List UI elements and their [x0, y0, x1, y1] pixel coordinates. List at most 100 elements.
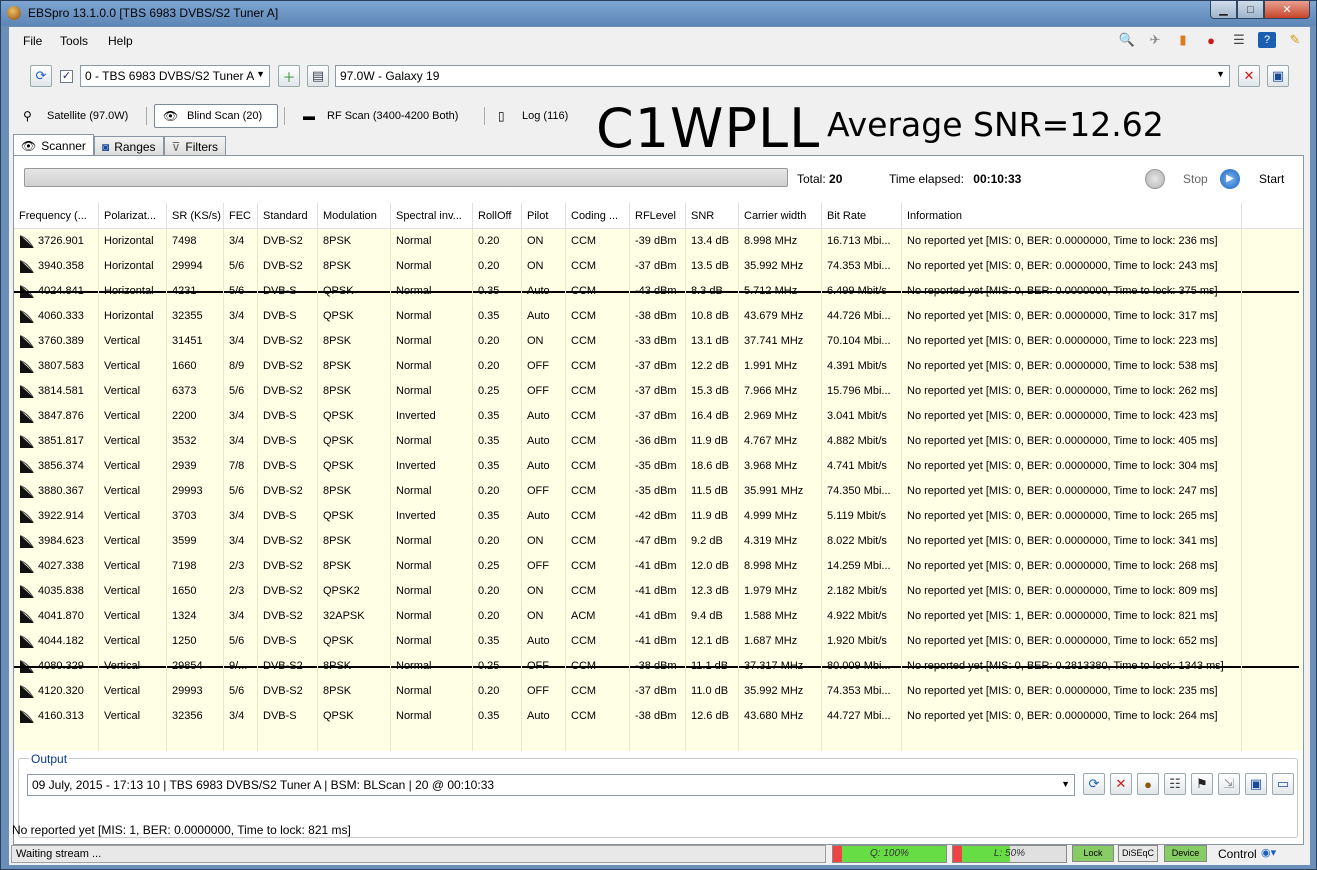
search-icon[interactable]: 🔍 — [1118, 32, 1136, 48]
table-row[interactable]: 3807.583 Vertical 1660 8/9 DVB-S2 8PSK Normal 0… — [14, 354, 1303, 379]
globe-icon[interactable]: ● — [1137, 773, 1159, 795]
table-row[interactable]: 4060.333 Horizontal 32355 3/4 DVB-S QPSK Norma… — [14, 304, 1303, 329]
table-row[interactable]: 4035.838 Vertical 1650 2/3 DVB-S2 QPSK2 Normal… — [14, 579, 1303, 604]
tab-blind-scan-label: Blind Scan (20) — [187, 110, 263, 122]
stop-icon[interactable] — [1145, 169, 1165, 189]
list-view-icon[interactable]: ☷ — [1164, 773, 1186, 795]
play-icon[interactable]: ▶ — [1220, 169, 1240, 189]
satellite-icon[interactable]: ✈ — [1146, 32, 1164, 48]
column-header[interactable]: Modulation — [318, 203, 391, 229]
cell-f: 4027.338 — [36, 554, 99, 579]
tab-satellite[interactable]: ⚲ Satellite (97.0W) — [15, 104, 136, 128]
title-bar[interactable]: EBSpro 13.1.0.0 [TBS 6983 DVBS/S2 Tuner … — [1, 1, 1316, 26]
column-header[interactable]: RFLevel — [630, 203, 686, 229]
filter-icon: ⊽ — [171, 139, 181, 154]
column-header[interactable]: Information — [902, 203, 1242, 229]
column-header[interactable]: Standard — [258, 203, 318, 229]
menu-help[interactable]: Help — [108, 34, 133, 48]
output-select[interactable]: 09 July, 2015 - 17:13 10 | TBS 6983 DVBS… — [27, 774, 1075, 796]
cell-rf: -42 dBm — [630, 504, 686, 529]
subtab-filters[interactable]: ⊽ Filters — [163, 136, 227, 156]
subtab-ranges[interactable]: ◙ Ranges — [93, 136, 164, 156]
column-header[interactable]: Bit Rate — [822, 203, 902, 229]
list-icon[interactable]: ☰ — [1230, 32, 1248, 48]
column-header[interactable]: Carrier width — [739, 203, 822, 229]
dish-icon — [18, 684, 36, 699]
delete-button[interactable]: ✕ — [1238, 65, 1260, 87]
table-row[interactable]: 3814.581 Vertical 6373 5/6 DVB-S2 8PSK Normal 0… — [14, 379, 1303, 404]
tab-blind-scan[interactable]: 👁 Blind Scan (20) — [154, 104, 278, 128]
refresh-button[interactable]: ⟳ — [30, 65, 52, 87]
table-row[interactable]: 3760.389 Vertical 31451 3/4 DVB-S2 8PSK Normal… — [14, 329, 1303, 354]
save-button[interactable]: ▣ — [1267, 65, 1289, 87]
cell-ro: 0.20 — [473, 679, 522, 704]
strikethrough-line — [14, 291, 1299, 293]
delete-output-button[interactable]: ✕ — [1110, 773, 1132, 795]
start-button[interactable]: Start — [1259, 172, 1284, 186]
table-row[interactable]: 4160.313 Vertical 32356 3/4 DVB-S QPSK Normal 0… — [14, 704, 1303, 729]
tab-rf-scan[interactable]: ▬ RF Scan (3400-4200 Both) — [295, 104, 466, 128]
column-header[interactable]: Spectral inv... — [391, 203, 473, 229]
column-header[interactable]: Pilot — [522, 203, 566, 229]
export-icon[interactable]: ⇲ — [1218, 773, 1240, 795]
subtab-scanner[interactable]: 👁 Scanner — [13, 134, 94, 156]
tab-log[interactable]: ▯ Log (116) — [490, 104, 576, 128]
record-icon[interactable]: ● — [1202, 32, 1220, 48]
column-header[interactable]: RollOff — [473, 203, 522, 229]
subtab-ranges-label: Ranges — [114, 139, 156, 154]
column-header[interactable]: Polarizat... — [99, 203, 167, 229]
stop-button[interactable]: Stop — [1183, 172, 1208, 186]
table-row[interactable]: 4024.841Horizontal42315/6DVB-SQPSKNormal… — [14, 279, 1303, 304]
tools-icon[interactable]: ✎ — [1286, 32, 1304, 48]
close-button[interactable]: ✕ — [1264, 1, 1310, 19]
cell-sr: 31451 — [167, 329, 224, 354]
dish-icon — [18, 609, 36, 624]
table-row[interactable]: 3880.367 Vertical 29993 5/6 DVB-S2 8PSK Normal… — [14, 479, 1303, 504]
table-row[interactable]: 4120.320 Vertical 29993 5/6 DVB-S2 8PSK Normal… — [14, 679, 1303, 704]
cell-br: 5.119 Mbit/s — [822, 504, 902, 529]
cell-f: 3940.358 — [36, 254, 99, 279]
column-header[interactable]: SR (KS/s) — [167, 203, 224, 229]
table-row[interactable]: 3856.374 Vertical 2939 7/8 DVB-S QPSK Inverted… — [14, 454, 1303, 479]
info-icon[interactable]: ? — [1258, 32, 1276, 48]
table-row[interactable]: 3984.623 Vertical 3599 3/4 DVB-S2 8PSK Normal 0… — [14, 529, 1303, 554]
cell-snr: 11.9 dB — [686, 504, 739, 529]
maximize-button[interactable]: □ — [1237, 1, 1264, 19]
table-row[interactable]: 3851.817 Vertical 3532 3/4 DVB-S QPSK Normal 0.… — [14, 429, 1303, 454]
table-row[interactable]: 3922.914 Vertical 3703 3/4 DVB-S QPSK Inverted… — [14, 504, 1303, 529]
tuner-enabled-checkbox[interactable]: ✓ — [60, 70, 73, 83]
column-header[interactable]: SNR — [686, 203, 739, 229]
cell-pilot: Auto — [522, 629, 566, 654]
cell-sr: 3532 — [167, 429, 224, 454]
satellite-settings-button[interactable]: ▤ — [307, 65, 329, 87]
cell-pilot: ON — [522, 329, 566, 354]
minimize-button[interactable]: ▁ — [1210, 1, 1237, 19]
table-row[interactable]: 4080.329Vertical298549/...DVB-S28PSKNorm… — [14, 654, 1303, 679]
menu-tools[interactable]: Tools — [60, 34, 88, 48]
tuner-select[interactable]: 0 - TBS 6983 DVBS/S2 Tuner A ▼ — [80, 65, 270, 87]
control-menu-icon[interactable]: ◉▾ — [1261, 846, 1276, 859]
cell-sr: 2939 — [167, 454, 224, 479]
tv-icon[interactable]: ▭ — [1272, 773, 1294, 795]
add-satellite-button[interactable]: ＋ — [278, 65, 300, 87]
column-header[interactable]: Coding ... — [566, 203, 630, 229]
column-header[interactable]: FEC — [224, 203, 258, 229]
control-label[interactable]: Control — [1218, 847, 1257, 861]
table-row[interactable]: 3847.876 Vertical 2200 3/4 DVB-S QPSK Inverted… — [14, 404, 1303, 429]
refresh-output-button[interactable]: ⟳ — [1083, 773, 1105, 795]
table-row[interactable]: 4027.338 Vertical 7198 2/3 DVB-S2 8PSK Normal 0… — [14, 554, 1303, 579]
flag-icon[interactable]: ⚑ — [1191, 773, 1213, 795]
chart-icon[interactable]: ▮ — [1174, 32, 1192, 48]
save-output-icon[interactable]: ▣ — [1245, 773, 1267, 795]
column-header[interactable]: Frequency (... — [14, 203, 99, 229]
cell-f: 3760.389 — [36, 329, 99, 354]
table-row[interactable]: 4041.870 Vertical 1324 3/4 DVB-S2 32APSK Norma… — [14, 604, 1303, 629]
satellite-select[interactable]: 97.0W - Galaxy 19 ▼ — [335, 65, 1230, 87]
menu-file[interactable]: File — [23, 34, 42, 48]
table-row[interactable]: 3726.901 Horizontal 7498 3/4 DVB-S2 8PSK Norma… — [14, 229, 1303, 254]
cell-rf: -41 dBm — [630, 604, 686, 629]
table-row[interactable]: 3940.358 Horizontal 29994 5/6 DVB-S2 8PSK Norm… — [14, 254, 1303, 279]
table-row[interactable]: 4044.182 Vertical 1250 5/6 DVB-S QPSK Normal 0.… — [14, 629, 1303, 654]
cell-ro: 0.35 — [473, 429, 522, 454]
cell-ro: 0.35 — [473, 304, 522, 329]
